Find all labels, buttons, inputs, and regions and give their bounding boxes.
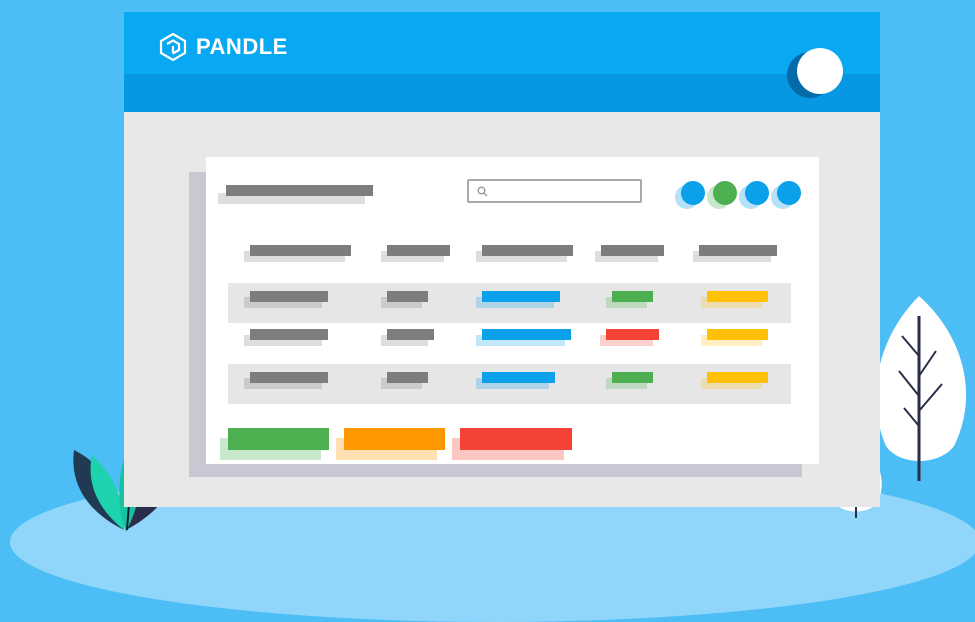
pandle-logo-icon: [159, 32, 187, 62]
brand-logo[interactable]: PANDLE: [158, 32, 288, 62]
table-cell: [250, 329, 328, 340]
green-action-button[interactable]: [228, 428, 329, 450]
user-avatar-icon[interactable]: [797, 48, 843, 94]
column-header: [387, 245, 450, 256]
table-cell-link[interactable]: [482, 329, 571, 340]
search-input[interactable]: [467, 179, 642, 203]
red-action-button[interactable]: [460, 428, 572, 450]
status-badge-red: [606, 329, 659, 340]
content-card: [206, 157, 819, 464]
status-badge-green: [612, 372, 653, 383]
status-badge-green: [612, 291, 653, 302]
status-badge-yellow: [707, 372, 768, 383]
status-badge-yellow: [707, 291, 768, 302]
table-cell: [387, 329, 434, 340]
orange-action-button[interactable]: [344, 428, 445, 450]
brand-name: PANDLE: [196, 34, 288, 59]
page-title-placeholder: [226, 185, 373, 196]
status-dot-blue-3[interactable]: [777, 181, 801, 205]
status-dot-green[interactable]: [713, 181, 737, 205]
status-dot-blue[interactable]: [681, 181, 705, 205]
status-dot-blue-2[interactable]: [745, 181, 769, 205]
tree-large-illustration: [875, 296, 967, 481]
column-header: [601, 245, 664, 256]
column-header: [482, 245, 573, 256]
column-header: [699, 245, 777, 256]
app-window: PANDLE: [124, 12, 880, 507]
table-cell: [250, 372, 328, 383]
column-header: [250, 245, 351, 256]
table-cell: [387, 291, 428, 302]
table-cell: [387, 372, 428, 383]
search-icon: [477, 186, 488, 197]
status-badge-yellow: [707, 329, 768, 340]
table-cell: [250, 291, 328, 302]
app-header: PANDLE: [124, 12, 880, 112]
table-cell-link[interactable]: [482, 291, 560, 302]
table-cell-link[interactable]: [482, 372, 555, 383]
